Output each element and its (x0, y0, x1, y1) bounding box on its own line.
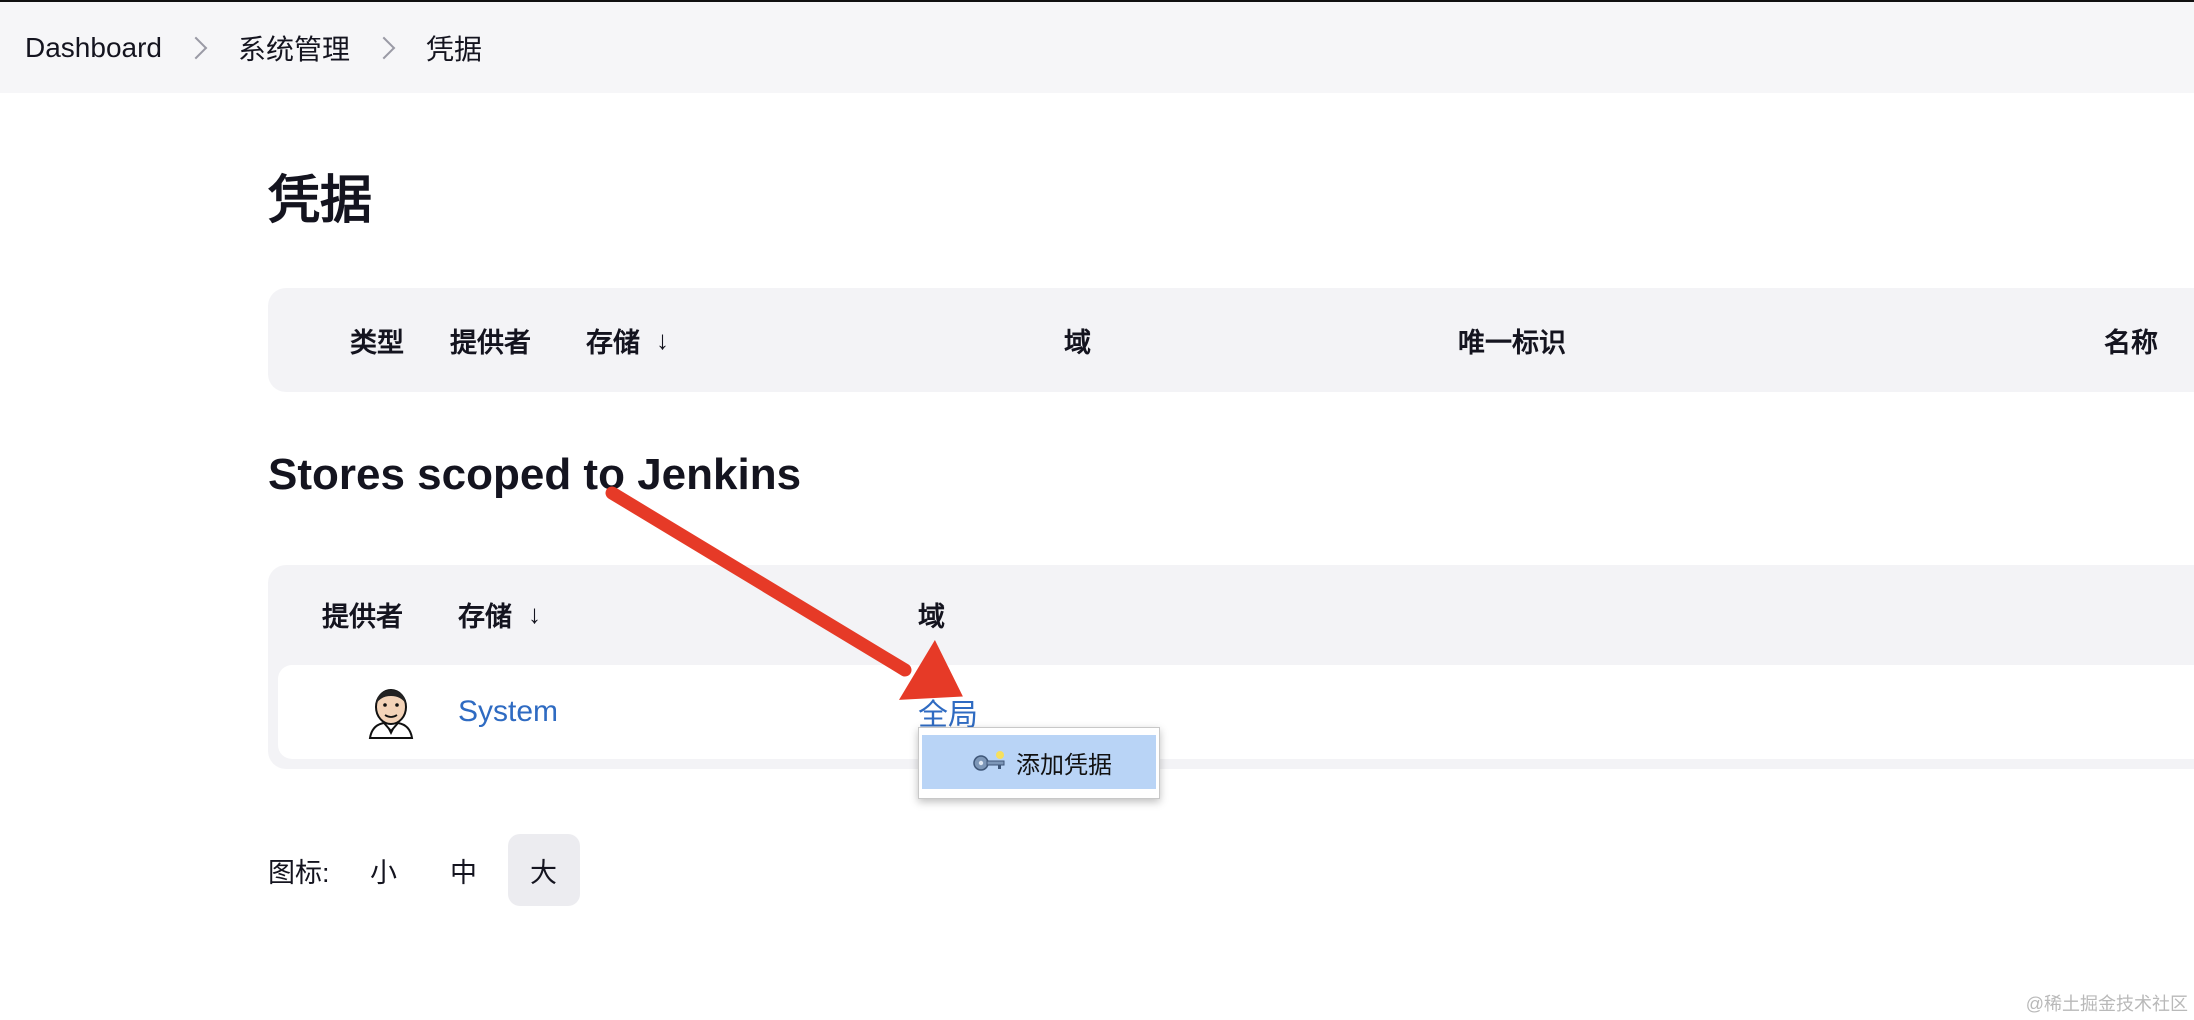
watermark: @稀土掘金技术社区 (2025, 994, 2188, 1014)
annotation-arrow (605, 486, 963, 700)
